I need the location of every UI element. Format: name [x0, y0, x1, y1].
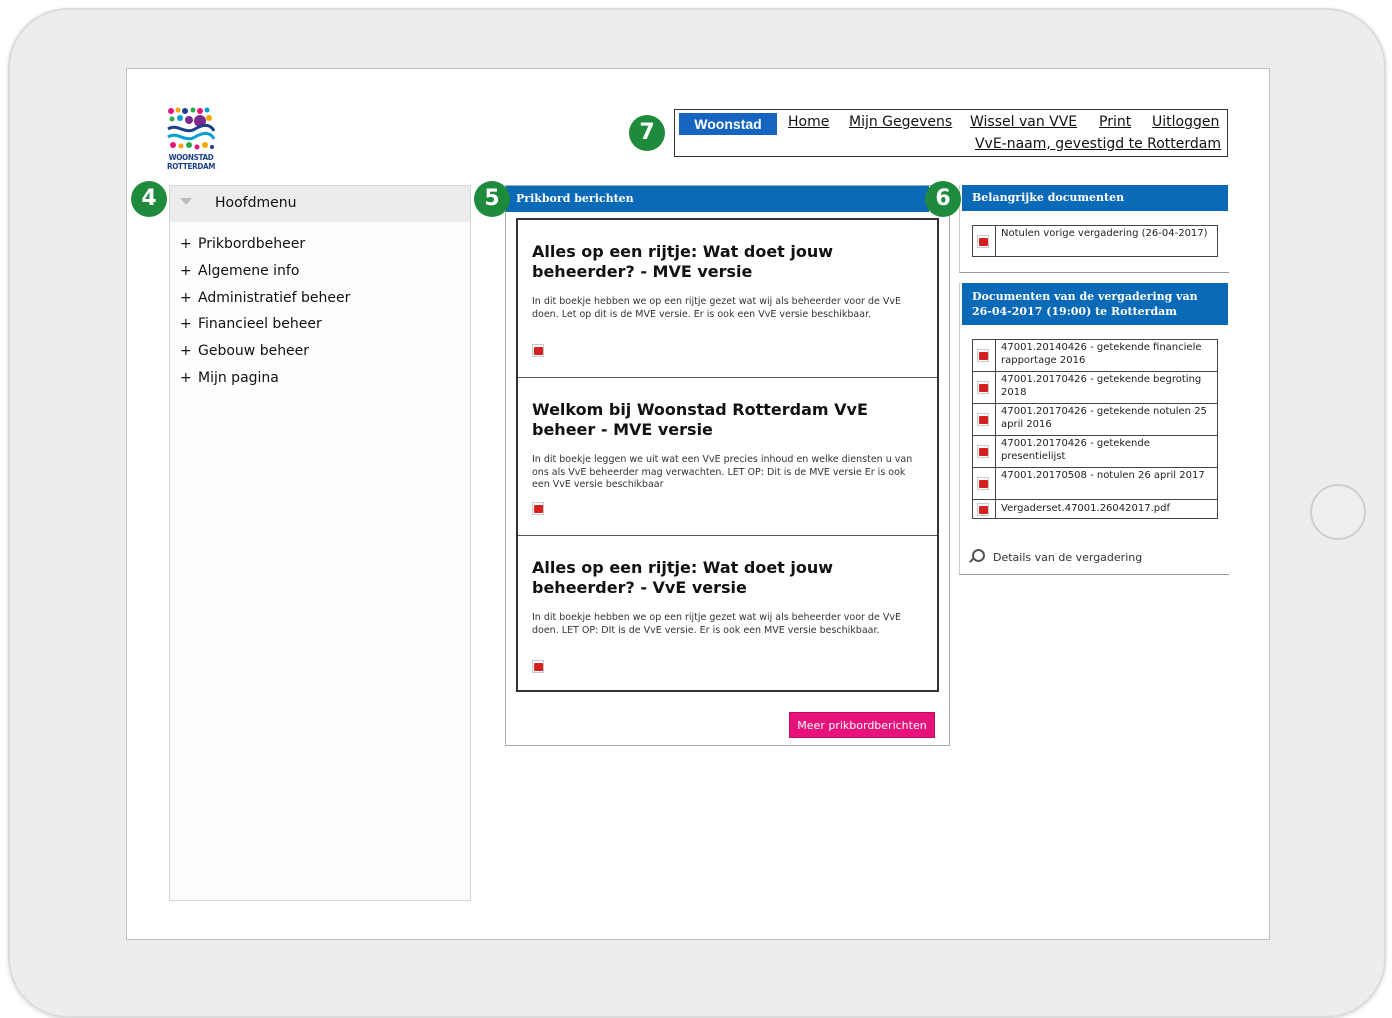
header-line: 26-04-2017 (19:00) te Rotterdam: [972, 305, 1177, 318]
prikbord-item-title[interactable]: Alles op een rijtje: Wat doet jouw behee…: [532, 242, 892, 282]
pdf-icon: [977, 349, 989, 362]
sidebar-title: Hoofdmenu: [215, 195, 297, 211]
plus-icon: +: [180, 316, 192, 332]
document-label: 47001.20170426 - getekende notulen 25 ap…: [1001, 406, 1207, 430]
prikbord-item-title[interactable]: Alles op een rijtje: Wat doet jouw behee…: [532, 558, 892, 598]
chevron-down-icon: [180, 198, 192, 205]
pdf-icon[interactable]: [532, 502, 544, 515]
prikbord-item-text: In dit boekje hebben we op een rijtje ge…: [532, 296, 902, 320]
pdf-icon: [977, 477, 989, 490]
sidebar-item-administratief-beheer[interactable]: + Administratief beheer: [180, 290, 350, 306]
divider: [995, 340, 996, 371]
sidebar-item-gebouw-beheer[interactable]: + Gebouw beheer: [180, 343, 309, 359]
meer-prikbordberichten-button[interactable]: Meer prikbordberichten: [789, 712, 935, 738]
sidebar-item-label: Financieel beheer: [198, 316, 322, 332]
divider: [995, 468, 996, 499]
document-label: 47001.20170426 - getekende begroting 201…: [1001, 374, 1202, 398]
sidebar-item-label: Gebouw beheer: [198, 343, 310, 359]
sidebar-item-mijn-pagina[interactable]: + Mijn pagina: [180, 370, 279, 386]
logo-text: WOONSTAD ROTTERDAM: [167, 153, 216, 171]
document-link[interactable]: 47001.20170426 - getekende presentielijs…: [972, 435, 1218, 468]
nav-link-print[interactable]: Print: [1099, 114, 1131, 130]
plus-icon: +: [180, 236, 192, 252]
plus-icon: +: [180, 290, 192, 306]
nav-link-wissel-van-vve[interactable]: Wissel van VVE: [970, 114, 1077, 130]
callout-badge-4: 4: [131, 181, 167, 217]
document-link[interactable]: 47001.20170426 - getekende begroting 201…: [972, 371, 1218, 404]
belangrijke-documenten-panel: Belangrijke documenten Notulen vorige ve…: [959, 185, 1229, 273]
prikbord-item: Alles op een rijtje: Wat doet jouw behee…: [518, 536, 937, 694]
sidebar-item-prikbordbeheer[interactable]: + Prikbordbeheer: [180, 236, 305, 252]
pdf-icon[interactable]: [532, 660, 544, 673]
header-line: Documenten van de vergadering van: [972, 290, 1198, 303]
plus-icon: +: [180, 343, 192, 359]
search-icon: [972, 549, 985, 562]
pdf-icon: [977, 503, 989, 516]
nav-vve-name-link[interactable]: VvE-naam, gevestigd te Rotterdam: [975, 136, 1221, 152]
callout-badge-5: 5: [474, 181, 510, 217]
prikbord-item: Alles op een rijtje: Wat doet jouw behee…: [518, 220, 937, 378]
pdf-icon: [977, 445, 989, 458]
main-menu-sidebar: Hoofdmenu + Prikbordbeheer + Algemene info…: [169, 185, 471, 901]
details-label: Details van de vergadering: [993, 551, 1143, 564]
sidebar-item-algemene-info[interactable]: + Algemene info: [180, 263, 299, 279]
top-navigation: Woonstad Home Mijn Gegevens Wissel van V…: [674, 109, 1228, 157]
sidebar-item-label: Administratief beheer: [198, 290, 351, 306]
sidebar-item-label: Algemene info: [198, 263, 300, 279]
document-label: Notulen vorige vergadering (26-04-2017): [1001, 228, 1208, 239]
divider: [995, 226, 996, 256]
woonstad-logo[interactable]: WOONSTAD ROTTERDAM: [167, 107, 215, 173]
document-label: 47001.20140426 - getekende financiele ra…: [1001, 342, 1202, 366]
document-link[interactable]: 47001.20170508 - notulen 26 april 2017: [972, 467, 1218, 500]
sidebar-item-financieel-beheer[interactable]: + Financieel beheer: [180, 316, 322, 332]
document-link[interactable]: 47001.20170426 - getekende notulen 25 ap…: [972, 403, 1218, 436]
sidebar-item-label: Prikbordbeheer: [198, 236, 306, 252]
pdf-icon: [977, 381, 989, 394]
nav-brand-woonstad[interactable]: Woonstad: [679, 113, 777, 135]
details-vergadering-link[interactable]: Details van de vergadering: [972, 549, 1142, 564]
nav-link-uitloggen[interactable]: Uitloggen: [1152, 114, 1219, 130]
vergadering-documenten-panel: Documenten van de vergadering van 26-04-…: [959, 283, 1229, 575]
document-link[interactable]: Notulen vorige vergadering (26-04-2017): [972, 225, 1218, 257]
pdf-icon: [977, 413, 989, 426]
logo-dots-icon: [167, 107, 216, 150]
document-label: 47001.20170426 - getekende presentielijs…: [1001, 438, 1150, 462]
document-link[interactable]: 47001.20140426 - getekende financiele ra…: [972, 339, 1218, 372]
prikbord-item: Welkom bij Woonstad Rotterdam VvE beheer…: [518, 378, 937, 536]
document-link[interactable]: Vergaderset.47001.26042017.pdf: [972, 499, 1218, 519]
sidebar-header[interactable]: Hoofdmenu: [170, 186, 470, 222]
sidebar-item-label: Mijn pagina: [198, 370, 279, 386]
tablet-home-button: [1310, 484, 1366, 540]
divider: [995, 436, 996, 467]
divider: [995, 404, 996, 435]
vergadering-documenten-header: Documenten van de vergadering van 26-04-…: [962, 283, 1228, 325]
callout-badge-6: 6: [925, 181, 961, 217]
document-label: 47001.20170508 - notulen 26 april 2017: [1001, 470, 1205, 481]
prikbord-item-text: In dit boekje hebben we op een rijtje ge…: [532, 612, 902, 636]
pdf-icon: [977, 235, 989, 248]
nav-link-mijn-gegevens[interactable]: Mijn Gegevens: [849, 114, 952, 130]
divider: [995, 372, 996, 403]
pdf-icon[interactable]: [532, 344, 544, 357]
prikbord-header: Prikbord berichten: [506, 186, 929, 212]
prikbord-item-text: In dit boekje leggen we uit wat een VvE …: [532, 454, 913, 490]
prikbord-item-title[interactable]: Welkom bij Woonstad Rotterdam VvE beheer…: [532, 400, 892, 440]
callout-badge-7: 7: [629, 115, 665, 151]
prikbord-list: Alles op een rijtje: Wat doet jouw behee…: [516, 218, 939, 692]
document-label: Vergaderset.47001.26042017.pdf: [1001, 503, 1170, 514]
nav-link-home[interactable]: Home: [788, 114, 829, 130]
plus-icon: +: [180, 263, 192, 279]
plus-icon: +: [180, 370, 192, 386]
belangrijke-documenten-header: Belangrijke documenten: [962, 185, 1228, 211]
prikbord-panel: Prikbord berichten Alles op een rijtje: …: [505, 185, 950, 746]
browser-screen: WOONSTAD ROTTERDAM Woonstad Home Mijn Ge…: [126, 68, 1270, 940]
divider: [995, 500, 996, 518]
